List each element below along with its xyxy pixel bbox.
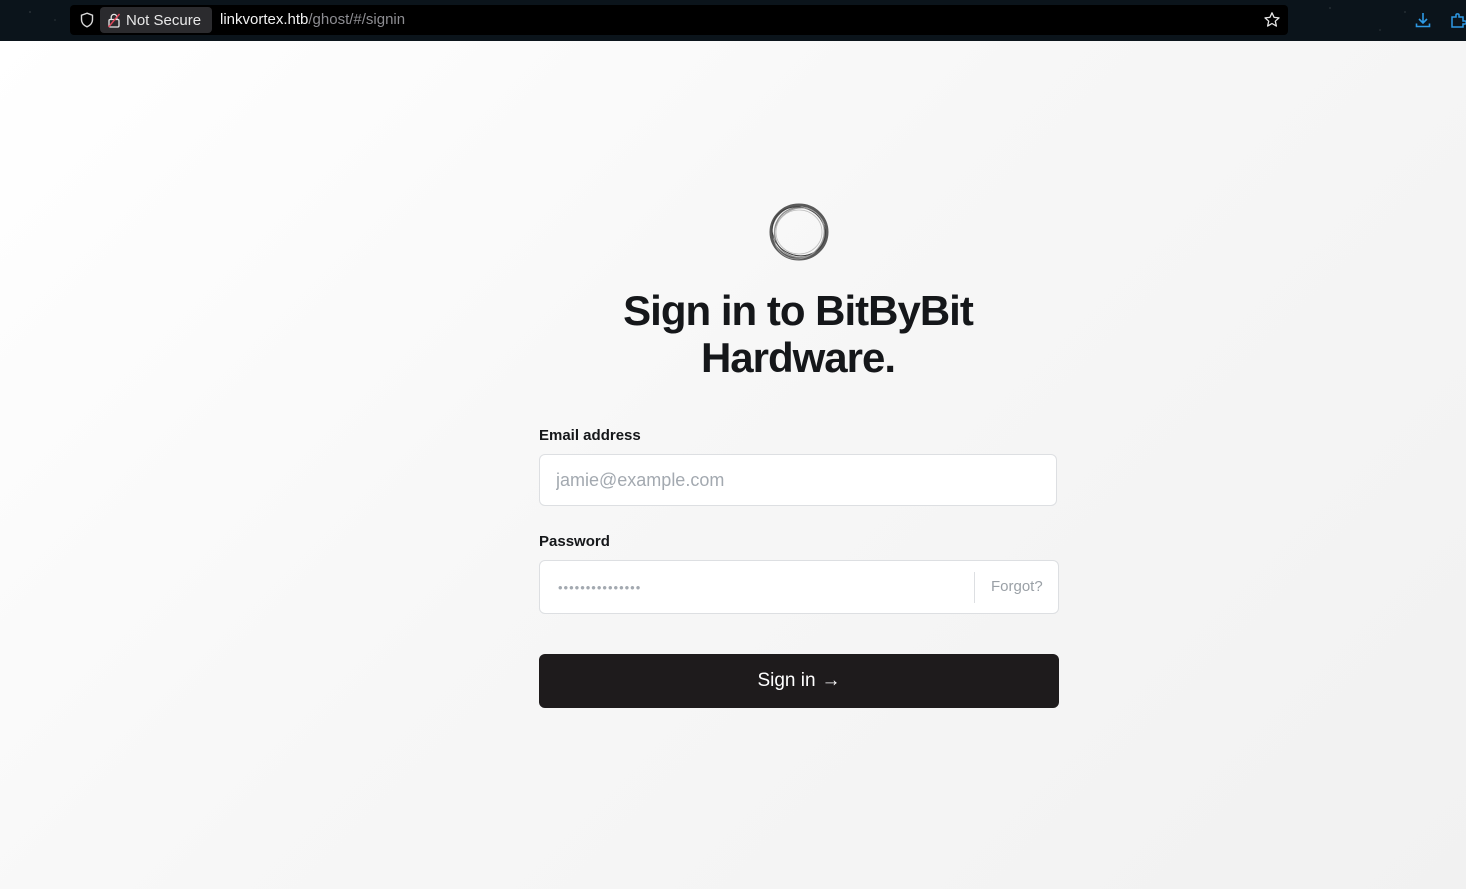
ghost-logo-icon xyxy=(766,201,832,263)
not-secure-badge[interactable]: Not Secure xyxy=(100,7,212,33)
signin-page: Sign in to BitByBit Hardware. Email addr… xyxy=(0,41,1466,889)
address-bar[interactable]: Not Secure linkvortex.htb/ghost/#/signin xyxy=(70,5,1288,35)
not-secure-label: Not Secure xyxy=(126,11,202,29)
star-icon[interactable] xyxy=(1263,11,1281,29)
signin-button[interactable]: Sign in → xyxy=(539,654,1059,708)
email-field[interactable] xyxy=(539,454,1057,506)
signin-button-label: Sign in xyxy=(757,670,816,691)
url-text[interactable]: linkvortex.htb/ghost/#/signin xyxy=(220,5,405,35)
arrow-right-icon: → xyxy=(821,670,841,691)
url-path: /ghost/#/signin xyxy=(308,11,406,28)
lock-icon xyxy=(108,12,122,28)
password-field[interactable]: ••••••••••••••• Forgot? xyxy=(539,560,1059,614)
forgot-password-link[interactable]: Forgot? xyxy=(991,561,1043,613)
download-icon[interactable] xyxy=(1413,10,1433,30)
email-label: Email address xyxy=(539,427,641,444)
extensions-icon[interactable] xyxy=(1449,10,1466,30)
page-title: Sign in to BitByBit Hardware. xyxy=(623,287,974,381)
password-divider xyxy=(974,572,975,603)
password-label: Password xyxy=(539,533,610,550)
browser-toolbar: Not Secure linkvortex.htb/ghost/#/signin xyxy=(0,0,1466,42)
shield-icon[interactable] xyxy=(78,11,96,29)
url-host: linkvortex.htb xyxy=(220,11,309,28)
password-placeholder: ••••••••••••••• xyxy=(558,580,642,595)
